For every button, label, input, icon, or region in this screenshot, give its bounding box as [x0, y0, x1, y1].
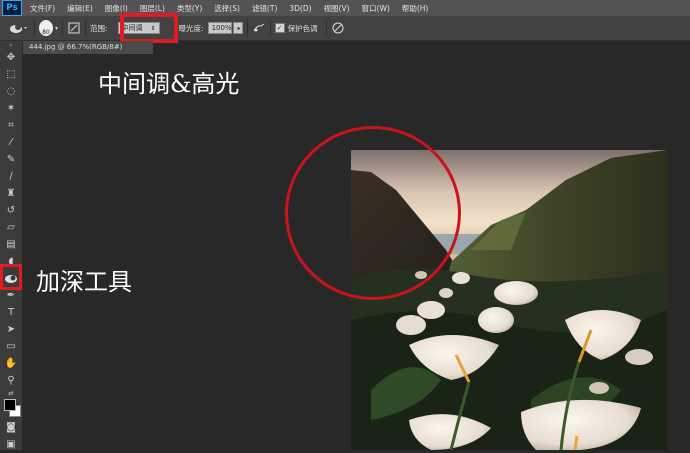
range-label: 范围: [90, 23, 108, 33]
pressure-size-icon[interactable] [331, 21, 345, 35]
brush-picker[interactable]: 80 ▾ [39, 20, 58, 36]
protect-tones-label: 保护色调 [287, 23, 318, 33]
photoshop-logo: Ps [2, 0, 22, 16]
menu-3d[interactable]: 3D(D) [289, 4, 311, 13]
menu-help[interactable]: 帮助(H) [402, 3, 429, 14]
tools-panel: » ✥ ⬚ ◌ ✶ ⌗ ⁄ ✎ ∕ ♜ ↺ ▱ ▤ ◖ ✒ T ➤ ▭ ✋ ⚲ … [0, 41, 23, 450]
burn-tool-preset-icon[interactable] [8, 21, 30, 35]
menu-type[interactable]: 类型(Y) [177, 3, 202, 14]
healing-brush-tool-icon[interactable]: ✎ [0, 151, 22, 168]
path-selection-tool-icon[interactable]: ➤ [0, 321, 22, 338]
menu-select[interactable]: 选择(S) [214, 3, 240, 14]
marquee-tool-icon[interactable]: ⬚ [0, 66, 22, 83]
menu-view[interactable]: 视图(V) [324, 3, 350, 14]
separator [246, 20, 248, 36]
brush-tool-icon[interactable]: ∕ [0, 168, 22, 185]
lasso-tool-icon[interactable]: ◌ [0, 83, 22, 100]
menu-window[interactable]: 窗口(W) [362, 3, 390, 14]
color-swatches[interactable] [0, 397, 22, 419]
rectangle-tool-icon[interactable]: ▭ [0, 338, 22, 355]
menu-filter[interactable]: 滤镜(T) [252, 3, 277, 14]
separator [85, 20, 87, 36]
foreground-color-swatch[interactable] [4, 399, 16, 411]
menu-bar: Ps 文件(F) 编辑(E) 图像(I) 图层(L) 类型(Y) 选择(S) 滤… [0, 0, 690, 16]
separator [62, 20, 64, 36]
swap-colors-icon[interactable]: ⇄ [0, 389, 22, 397]
menu-edit[interactable]: 编辑(E) [67, 3, 93, 14]
separator [34, 20, 35, 36]
options-bar: 80 ▾ 范围: 中间调 ⇕ 曝光度: 100% ▸ ✓ 保护色调 [0, 16, 690, 41]
menu-image[interactable]: 图像(I) [105, 3, 128, 14]
exposure-dropdown[interactable]: ▸ [232, 22, 243, 34]
eraser-tool-icon[interactable]: ▱ [0, 219, 22, 236]
airbrush-icon[interactable] [252, 21, 266, 35]
exposure-label: 曝光度: [178, 23, 204, 33]
protect-tones-option[interactable]: ✓ 保护色调 [274, 23, 322, 34]
zoom-tool-icon[interactable]: ⚲ [0, 372, 22, 389]
magic-wand-tool-icon[interactable]: ✶ [0, 100, 22, 117]
brush-size-preview: 80 [39, 20, 53, 36]
exposure-input[interactable]: 100% [207, 22, 232, 34]
clone-stamp-tool-icon[interactable]: ♜ [0, 185, 22, 202]
crop-tool-icon[interactable]: ⌗ [0, 117, 22, 134]
brush-panel-icon[interactable] [67, 21, 81, 35]
annotation-midtones-highlights: 中间调&高光 [98, 70, 240, 98]
menu-file[interactable]: 文件(F) [30, 3, 55, 14]
eyedropper-tool-icon[interactable]: ⁄ [0, 134, 22, 151]
gradient-tool-icon[interactable]: ▤ [0, 236, 22, 253]
type-tool-icon[interactable]: T [0, 304, 22, 321]
document-tab[interactable]: 444.jpg @ 66.7%(RGB/8#) [23, 41, 153, 54]
chevron-down-icon: ▾ [55, 24, 59, 32]
quick-mask-icon[interactable]: ◙ [0, 419, 22, 436]
separator [325, 20, 327, 36]
history-brush-tool-icon[interactable]: ↺ [0, 202, 22, 219]
chevron-right-icon: ▸ [237, 24, 241, 32]
screen-mode-icon[interactable]: ▣ [0, 436, 22, 453]
protect-tones-checkbox[interactable]: ✓ [274, 23, 285, 33]
panel-collapse-icon[interactable]: » [0, 41, 22, 49]
range-select-highlight [120, 13, 178, 43]
burn-tool-highlight [0, 264, 22, 290]
hand-tool-icon[interactable]: ✋ [0, 355, 22, 372]
exposure-value: 100% [211, 24, 232, 32]
separator [269, 20, 271, 36]
menu-layer[interactable]: 图层(L) [140, 3, 165, 14]
move-tool-icon[interactable]: ✥ [0, 49, 22, 66]
annotation-burn-tool: 加深工具 [36, 268, 132, 296]
highlight-circle [285, 126, 461, 300]
